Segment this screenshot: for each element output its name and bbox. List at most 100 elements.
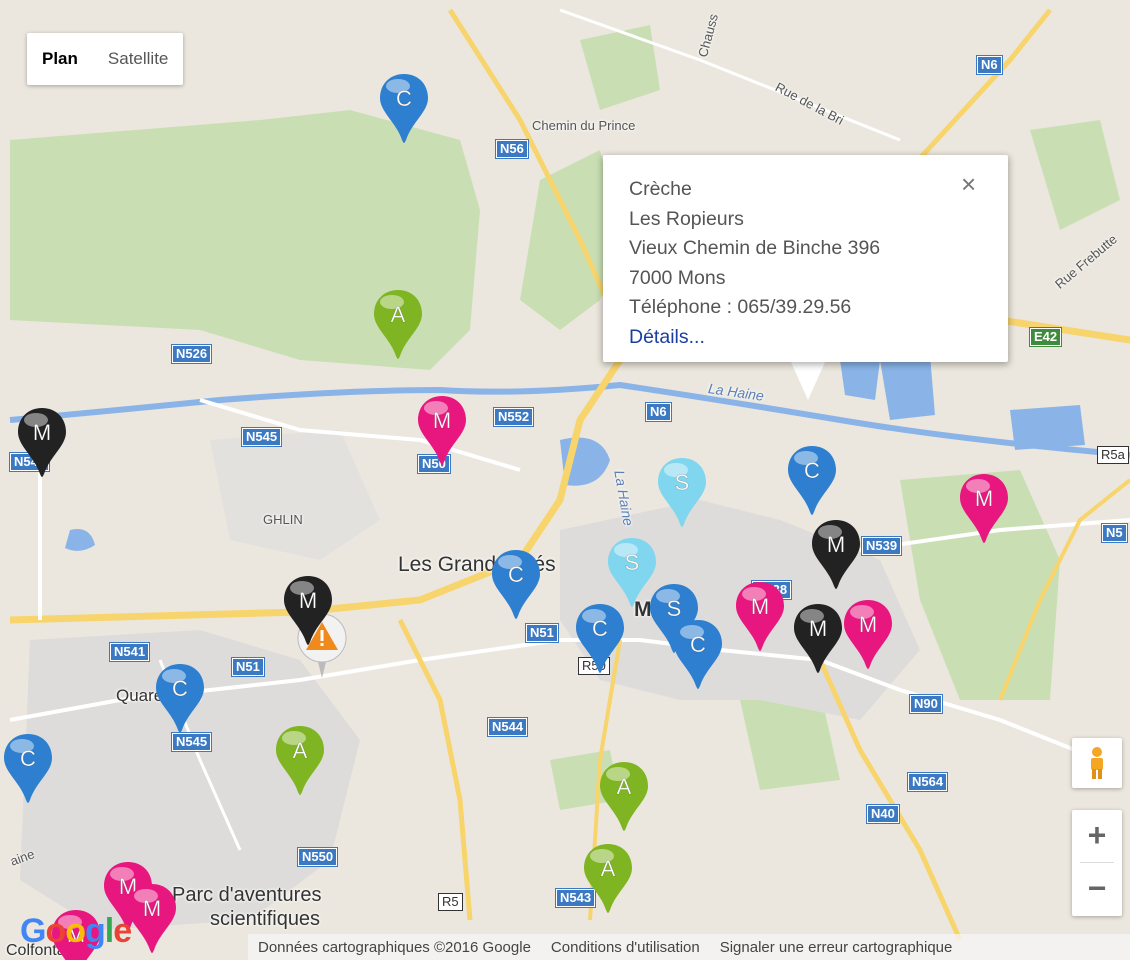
- info-name: Les Ropieurs: [629, 207, 744, 230]
- svg-text:A: A: [293, 738, 308, 763]
- map-marker-a[interactable]: A: [596, 760, 652, 832]
- svg-text:A: A: [391, 302, 406, 327]
- lake: [1010, 405, 1085, 450]
- svg-text:C: C: [20, 746, 36, 771]
- map-marker-m[interactable]: M: [14, 406, 70, 478]
- forest-area: [580, 25, 660, 110]
- road-shield: N545: [242, 428, 282, 446]
- info-details-row: Détails...: [629, 323, 880, 353]
- road-shield: N545: [172, 733, 212, 751]
- info-window: × Crèche Les Ropieurs Vieux Chemin de Bi…: [603, 155, 1008, 362]
- zoom-out-button[interactable]: −: [1072, 863, 1122, 916]
- road: [397, 618, 473, 921]
- info-phone-label: Téléphone :: [629, 296, 732, 318]
- svg-text:C: C: [804, 458, 820, 483]
- map-type-control: Plan Satellite: [27, 33, 184, 85]
- map-marker-m[interactable]: M: [414, 394, 470, 466]
- map-marker-c[interactable]: C: [784, 444, 840, 516]
- svg-text:C: C: [690, 632, 706, 657]
- google-logo: Google: [20, 912, 132, 950]
- svg-text:M: M: [809, 616, 827, 641]
- map-attribution: Données cartographiques ©2016 Google Con…: [248, 934, 1130, 960]
- road-shield: N51: [232, 658, 264, 676]
- map-marker-a[interactable]: A: [580, 842, 636, 914]
- road-shield: N544: [488, 718, 528, 736]
- road-shield: N40: [867, 805, 899, 823]
- road-shield: N5: [1102, 524, 1127, 542]
- svg-text:A: A: [617, 774, 632, 799]
- svg-text:M: M: [827, 532, 845, 557]
- map-marker-m[interactable]: M: [808, 518, 864, 590]
- pegman-icon: [1091, 747, 1103, 779]
- road-shield: N51: [526, 624, 558, 642]
- place-label: scientifiques: [210, 908, 321, 930]
- lake: [840, 360, 880, 400]
- road-shield: N539: [862, 537, 902, 555]
- map-marker-c[interactable]: C: [0, 732, 56, 804]
- road-shield: N552: [494, 408, 534, 426]
- road-shield: N6: [977, 56, 1002, 74]
- svg-text:S: S: [625, 550, 640, 575]
- info-phone-link[interactable]: 065/39.29.56: [737, 296, 851, 318]
- zoom-in-button[interactable]: +: [1072, 810, 1122, 863]
- map-marker-a[interactable]: A: [370, 288, 426, 360]
- lake: [880, 355, 935, 420]
- road-shield: R5: [438, 893, 463, 911]
- map-marker-s[interactable]: S: [654, 456, 710, 528]
- street-view-pegman-button[interactable]: [1072, 738, 1122, 788]
- map-marker-c[interactable]: C: [572, 602, 628, 674]
- map-marker-c[interactable]: C: [488, 548, 544, 620]
- place-label: GHLIN: [263, 512, 303, 527]
- map-marker-m[interactable]: M: [790, 602, 846, 674]
- road-shield: N6: [646, 403, 671, 421]
- svg-text:S: S: [675, 470, 690, 495]
- road-shield: N564: [908, 773, 948, 791]
- svg-text:C: C: [508, 562, 524, 587]
- svg-text:M: M: [751, 594, 769, 619]
- info-phone-row: Téléphone : 065/39.29.56: [629, 293, 880, 323]
- map-marker-c[interactable]: C: [670, 618, 726, 690]
- svg-text:M: M: [433, 408, 451, 433]
- road-shield: R5a: [1097, 446, 1129, 464]
- urban-area: [210, 430, 380, 560]
- map-marker-m[interactable]: M: [840, 598, 896, 670]
- map-marker-c[interactable]: C: [376, 72, 432, 144]
- svg-text:C: C: [172, 676, 188, 701]
- terms-link[interactable]: Conditions d'utilisation: [541, 939, 710, 956]
- map-marker-a[interactable]: A: [272, 724, 328, 796]
- svg-text:M: M: [299, 588, 317, 613]
- map-marker-c[interactable]: C: [152, 662, 208, 734]
- map-marker-m[interactable]: M: [124, 882, 180, 954]
- place-label: Chemin du Prince: [532, 118, 636, 133]
- map-data-text: Données cartographiques ©2016 Google: [258, 938, 531, 956]
- info-city: 7000 Mons: [629, 266, 726, 289]
- road-shield: N56: [496, 140, 528, 158]
- zoom-divider: [1080, 862, 1114, 863]
- map-marker-m[interactable]: M: [280, 574, 336, 646]
- map-type-satellite-button[interactable]: Satellite: [93, 33, 183, 85]
- svg-text:C: C: [396, 86, 412, 111]
- svg-text:A: A: [601, 856, 616, 881]
- road-shield: N550: [298, 848, 338, 866]
- map-type-plan-button[interactable]: Plan: [27, 33, 93, 85]
- close-icon[interactable]: ×: [961, 169, 976, 200]
- road-shield: E42: [1030, 328, 1062, 346]
- place-label: Parc d'aventures: [172, 884, 322, 906]
- lake: [65, 529, 95, 551]
- report-error-link[interactable]: Signaler une erreur cartographique: [710, 939, 963, 956]
- road-shield: N541: [110, 643, 150, 661]
- map-canvas[interactable]: Chemin du Prince Rue de la Bri Chauss Ru…: [0, 0, 1130, 960]
- map-marker-m[interactable]: M: [732, 580, 788, 652]
- info-details-link[interactable]: Détails...: [629, 326, 705, 348]
- info-address: Vieux Chemin de Binche 396: [629, 237, 881, 259]
- map-marker-m[interactable]: M: [956, 472, 1012, 544]
- info-window-tail: [790, 360, 826, 400]
- svg-text:M: M: [143, 896, 161, 921]
- info-type: Crèche: [629, 178, 692, 200]
- svg-text:M: M: [859, 612, 877, 637]
- svg-text:M: M: [975, 486, 993, 511]
- zoom-control: + −: [1072, 810, 1122, 916]
- road-shield: N526: [172, 345, 212, 363]
- svg-text:C: C: [592, 616, 608, 641]
- svg-text:M: M: [33, 420, 51, 445]
